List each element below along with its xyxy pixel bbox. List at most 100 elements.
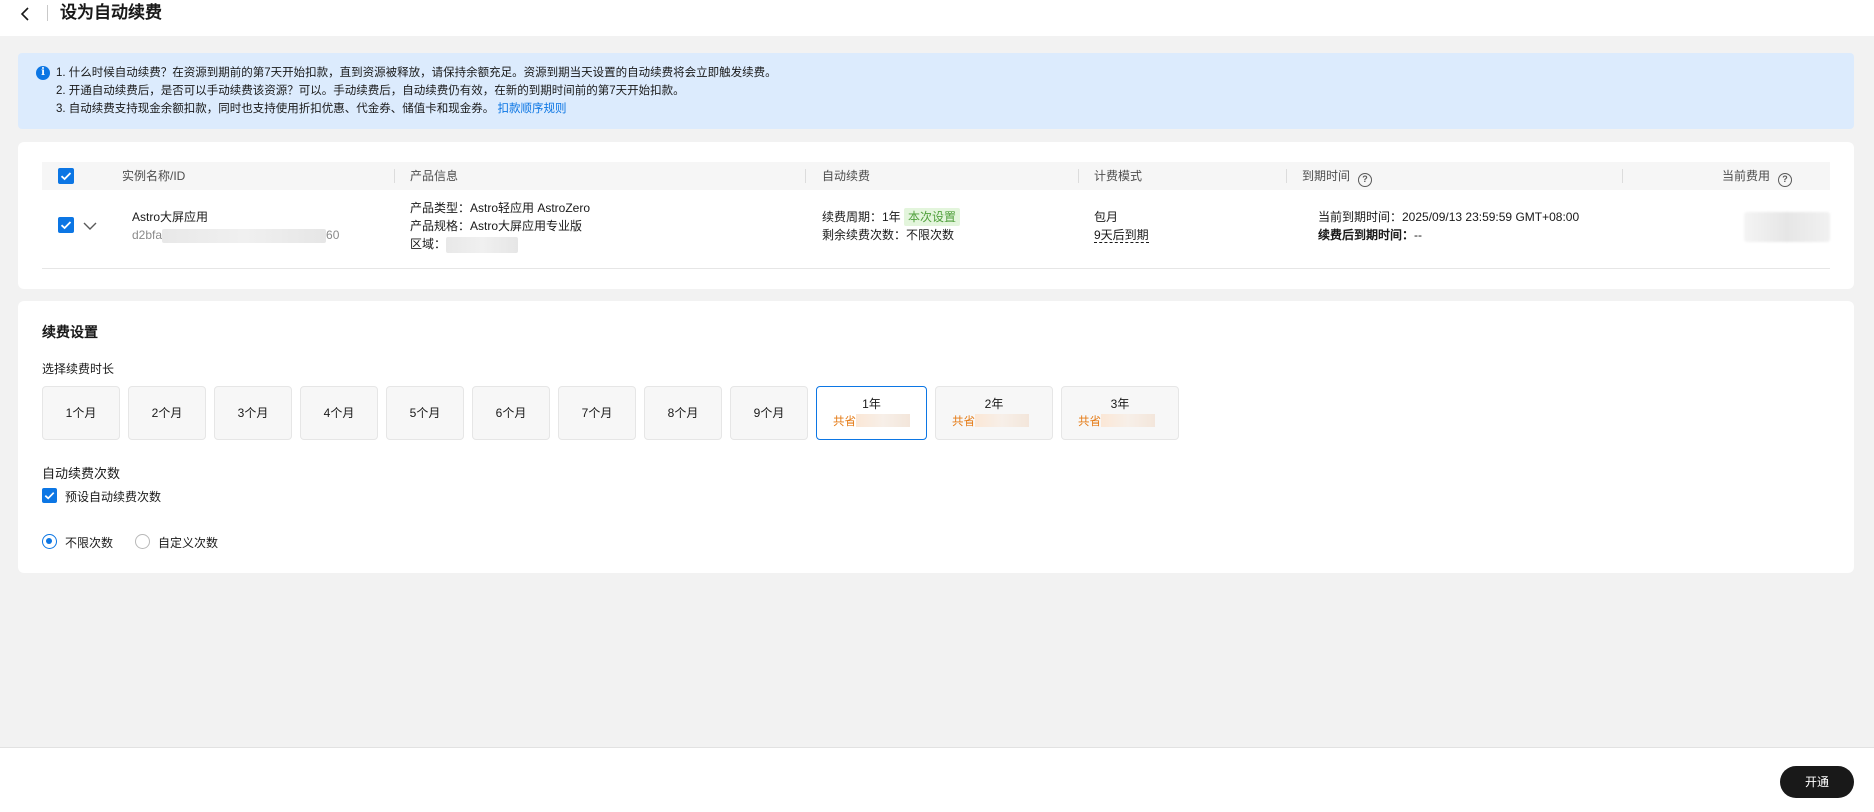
duration-option-label: 2年 <box>984 397 1004 411</box>
renew-times-label: 自动续费次数 <box>42 466 121 481</box>
current-expire-time: 当前到期时间：2025/09/13 23:59:59 GMT+08:00 <box>1318 210 1580 224</box>
preset-renew-times-checkbox[interactable] <box>42 488 57 503</box>
duration-option-label: 5个月 <box>409 406 441 420</box>
duration-option-2m[interactable]: 2个月 <box>128 386 206 440</box>
help-icon[interactable]: ? <box>1778 173 1793 187</box>
masked-savings <box>1101 414 1155 427</box>
instance-name: Astro大屏应用 <box>132 210 209 224</box>
after-renew-value: -- <box>1414 228 1423 242</box>
header-product: 产品信息 <box>410 169 459 183</box>
instance-id-suffix: 60 <box>326 228 340 242</box>
deduction-order-link[interactable]: 扣款顺序规则 <box>498 103 567 115</box>
duration-option-6m[interactable]: 6个月 <box>472 386 550 440</box>
radio-custom-label: 自定义次数 <box>158 536 219 550</box>
duration-option-7m[interactable]: 7个月 <box>558 386 636 440</box>
instance-id-prefix: d2bfa <box>132 228 163 242</box>
footer-bar: 开通 <box>0 747 1874 812</box>
submit-button[interactable]: 开通 <box>1780 766 1854 798</box>
radio-unlimited-label: 不限次数 <box>65 536 114 550</box>
instance-id: d2bfa 60 <box>132 226 339 244</box>
chevron-down-icon <box>83 222 97 230</box>
check-icon <box>60 221 72 230</box>
header-auto-renew: 自动续费 <box>822 169 871 183</box>
preset-renew-times-label: 预设自动续费次数 <box>65 490 162 504</box>
notice-lines: 1. 什么时候自动续费？在资源到期前的第7天开始扣款，直到资源被释放，请保持余额… <box>56 64 777 118</box>
header-expire-label: 到期时间 <box>1302 169 1351 183</box>
billing-mode: 包月 <box>1094 210 1119 224</box>
duration-option-label: 2个月 <box>151 406 183 420</box>
select-all-checkbox[interactable] <box>58 168 74 184</box>
masked-savings <box>975 414 1029 427</box>
duration-option-label: 4个月 <box>323 406 355 420</box>
savings-prefix: 共省 <box>952 416 975 428</box>
savings-prefix: 共省 <box>1078 416 1101 428</box>
duration-option-label: 3年 <box>1110 397 1130 411</box>
duration-option-label: 9个月 <box>753 406 785 420</box>
duration-option-label: 6个月 <box>495 406 527 420</box>
radio-custom[interactable] <box>135 534 150 549</box>
expire-countdown[interactable]: 9天后到期 <box>1094 228 1149 243</box>
header-billing: 计费模式 <box>1094 169 1143 183</box>
help-icon[interactable]: ? <box>1358 173 1373 187</box>
duration-option-1y[interactable]: 1年 共省 <box>816 386 927 440</box>
table-row: Astro大屏应用 d2bfa 60 产品类型：Astro轻应用 AstroZer… <box>42 190 1830 269</box>
duration-option-label: 8个月 <box>667 406 699 420</box>
duration-option-3m[interactable]: 3个月 <box>214 386 292 440</box>
renew-cycle-label: 续费周期：1年 <box>822 210 901 224</box>
savings-prefix: 共省 <box>833 416 856 428</box>
duration-option-2y[interactable]: 2年 共省 <box>935 386 1053 440</box>
billing-expire-hint: 9天后到期 <box>1094 226 1149 244</box>
duration-option-1m[interactable]: 1个月 <box>42 386 120 440</box>
notice-line-3-text: 3. 自动续费支持现金余额扣款，同时也支持使用折扣优惠、代金券、储值卡和现金券。 <box>56 103 495 115</box>
expand-row-button[interactable] <box>82 220 98 232</box>
region-label: 区域： <box>410 237 447 251</box>
current-setting-tag: 本次设置 <box>904 208 961 226</box>
header-divider <box>1286 169 1287 183</box>
notice-line-2: 2. 开通自动续费后，是否可以手动续费该资源？可以。手动续费后，自动续费仍有效，… <box>56 85 685 97</box>
info-icon: i <box>36 66 50 80</box>
renew-settings-card: 续费设置 选择续费时长 1个月 2个月 3个月 4个月 5个月 6个月 7个月 … <box>18 301 1854 573</box>
check-icon <box>60 172 72 181</box>
duration-option-9m[interactable]: 9个月 <box>730 386 808 440</box>
masked-region <box>446 236 519 253</box>
duration-option-3y[interactable]: 3年 共省 <box>1061 386 1179 440</box>
info-notice: i 1. 什么时候自动续费？在资源到期前的第7天开始扣款，直到资源被释放，请保持… <box>18 53 1854 129</box>
duration-option-5m[interactable]: 5个月 <box>386 386 464 440</box>
savings-text: 共省 <box>817 414 926 429</box>
top-bar: 设为自动续费 <box>0 0 1874 36</box>
radio-unlimited[interactable] <box>42 534 57 549</box>
duration-option-label: 7个月 <box>581 406 613 420</box>
product-region: 区域： <box>410 235 519 253</box>
duration-option-label: 1年 <box>862 397 881 411</box>
masked-savings <box>856 414 910 427</box>
chevron-left-icon <box>20 7 29 21</box>
settings-title: 续费设置 <box>42 324 98 340</box>
duration-option-4m[interactable]: 4个月 <box>300 386 378 440</box>
notice-line-1: 1. 什么时候自动续费？在资源到期前的第7天开始扣款，直到资源被释放，请保持余额… <box>56 67 777 79</box>
product-spec: 产品规格：Astro大屏应用专业版 <box>410 219 583 233</box>
product-type: 产品类型：Astro轻应用 AstroZero <box>410 201 591 215</box>
duration-option-label: 3个月 <box>237 406 269 420</box>
page-title: 设为自动续费 <box>60 3 162 22</box>
instance-table-card: 实例名称/ID 产品信息 自动续费 计费模式 到期时间? 当前费用? Astro… <box>18 142 1854 289</box>
after-renew-label: 续费后到期时间： <box>1318 228 1415 242</box>
savings-text: 共省 <box>936 414 1052 429</box>
title-divider <box>47 5 48 21</box>
header-divider <box>1078 169 1079 183</box>
duration-option-label: 1个月 <box>65 406 97 420</box>
header-fee-label: 当前费用 <box>1722 169 1771 183</box>
row-checkbox[interactable] <box>58 217 74 233</box>
header-divider <box>394 169 395 183</box>
check-icon <box>44 492 55 500</box>
header-expire: 到期时间? <box>1302 162 1373 190</box>
renew-cycle: 续费周期：1年 本次设置 <box>822 208 961 226</box>
table-header: 实例名称/ID 产品信息 自动续费 计费模式 到期时间? 当前费用? <box>42 162 1830 190</box>
masked-current-fee <box>1744 212 1830 242</box>
after-renew-expire: 续费后到期时间：-- <box>1318 226 1422 244</box>
back-button[interactable] <box>18 4 34 24</box>
duration-option-8m[interactable]: 8个月 <box>644 386 722 440</box>
header-fee: 当前费用? <box>1722 162 1793 190</box>
remaining-renew-times: 剩余续费次数：不限次数 <box>822 228 955 242</box>
header-divider <box>805 169 806 183</box>
header-name: 实例名称/ID <box>122 169 186 183</box>
